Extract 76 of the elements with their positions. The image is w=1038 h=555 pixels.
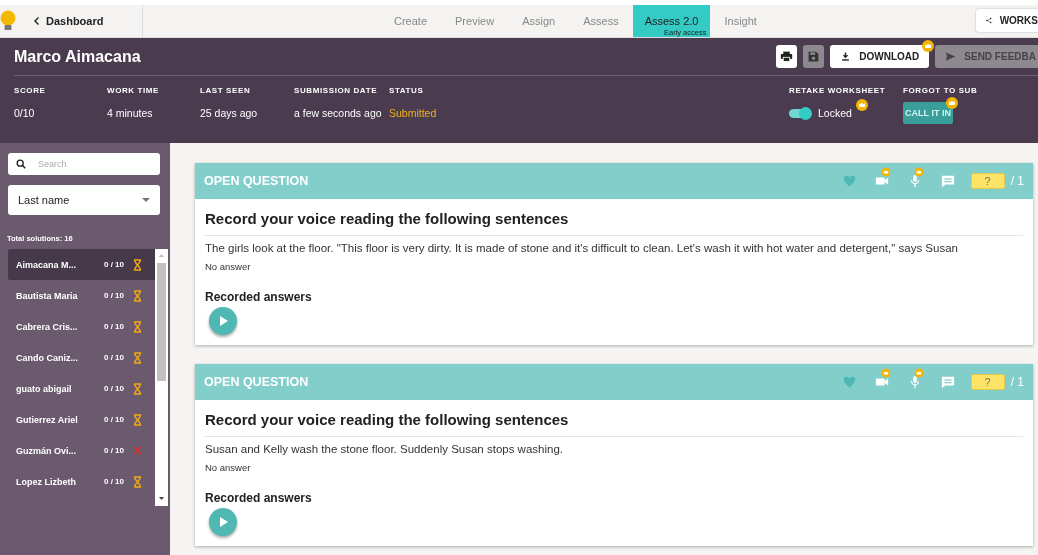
- cross-icon: [133, 446, 142, 455]
- student-name: Marco Aimacana: [14, 47, 141, 66]
- hourglass-icon: [133, 413, 142, 426]
- student-item[interactable]: Cabrera Cris... 0 / 10: [8, 311, 155, 342]
- caret-icon: [142, 198, 150, 202]
- play-button[interactable]: [209, 508, 237, 536]
- student-item[interactable]: Cando Caniz... 0 / 10: [8, 342, 155, 373]
- student-item[interactable]: Aimacana M... 0 / 10: [8, 249, 155, 280]
- stat-label: WORK TIME: [107, 86, 161, 95]
- comment-icon[interactable]: [941, 174, 956, 188]
- hourglass-icon: [133, 382, 142, 395]
- retake-label: RETAKE WORKSHEET: [789, 86, 887, 95]
- student-item[interactable]: Lopez Lizbeth 0 / 10: [8, 466, 155, 497]
- scroll-down-icon: [159, 497, 164, 500]
- play-button[interactable]: [209, 307, 237, 335]
- student-item[interactable]: Bautista Maria 0 / 10: [8, 280, 155, 311]
- hourglass-icon: [133, 475, 142, 488]
- tab[interactable]: Insight: [710, 5, 771, 37]
- search-icon: [16, 159, 26, 169]
- hourglass-icon: [133, 351, 142, 364]
- download-button[interactable]: DOWNLOAD: [830, 45, 930, 68]
- question-title: Record your voice reading the following sentences: [205, 210, 1023, 236]
- stat-value: a few seconds ago: [294, 107, 383, 119]
- tab[interactable]: Preview: [441, 5, 509, 37]
- heart-icon[interactable]: [842, 174, 856, 188]
- recorded-answers-heading: Recorded answers: [205, 290, 313, 304]
- save-button[interactable]: [803, 45, 825, 68]
- student-item[interactable]: Guzmán Ovi... 0 / 10: [8, 435, 155, 466]
- stat-label: STATUS: [389, 86, 425, 95]
- question-type: OPEN QUESTION: [204, 174, 310, 188]
- question-text: The girls look at the floor. "This floor is very dirty. It is made of stone and it's difficult to clean. Let's wash it with hot water and detergent," says Susan: [205, 242, 959, 254]
- stat-value: 4 minutes: [107, 107, 154, 119]
- stat-label: LAST SEEN: [200, 86, 252, 95]
- stat-value: 25 days ago: [200, 107, 259, 119]
- max-points: / 1: [1010, 375, 1024, 389]
- print-button[interactable]: [776, 45, 798, 68]
- play-icon: [218, 517, 228, 527]
- student-item[interactable]: Gutierrez Ariel 0 / 10: [8, 404, 155, 435]
- scrollbar-thumb[interactable]: [157, 263, 166, 381]
- answer-text: No answer: [205, 261, 252, 272]
- send-icon: [945, 51, 957, 62]
- max-points: / 1: [1010, 174, 1024, 188]
- hourglass-icon: [133, 289, 142, 302]
- sort-dropdown[interactable]: Last name: [8, 185, 160, 215]
- scroll-up-icon: [159, 254, 164, 257]
- search-field[interactable]: Search: [8, 153, 160, 175]
- heart-icon[interactable]: [842, 375, 856, 389]
- stat-label: SCORE: [14, 86, 47, 95]
- stat-value: 0/10: [14, 107, 36, 119]
- share-icon: [986, 15, 992, 26]
- question-type: OPEN QUESTION: [204, 375, 310, 389]
- hourglass-icon: [133, 320, 142, 333]
- answer-text: No answer: [205, 462, 252, 473]
- tab[interactable]: Assess: [569, 5, 633, 37]
- hourglass-icon: [133, 258, 142, 271]
- tab[interactable]: Assign: [508, 5, 570, 37]
- status-value: Submitted: [389, 107, 438, 119]
- question-title: Record your voice reading the following sentences: [205, 411, 1023, 437]
- toggle-state: Locked: [818, 107, 852, 119]
- download-icon: [840, 51, 852, 62]
- tab[interactable]: Create: [380, 5, 442, 37]
- back-link[interactable]: Dashboard: [34, 15, 104, 27]
- points-field[interactable]: ?: [970, 173, 1005, 189]
- recorded-answers-heading: Recorded answers: [205, 491, 313, 505]
- toggle-switch[interactable]: [789, 108, 811, 118]
- stat-label: SUBMISSION DATE: [294, 86, 379, 95]
- points-field[interactable]: ?: [970, 374, 1005, 390]
- forgot-label: FORGOT TO SUB: [903, 86, 978, 95]
- student-item[interactable]: guato abigail 0 / 10: [8, 373, 155, 404]
- light-bulb-icon: [0, 10, 16, 32]
- comment-icon[interactable]: [941, 375, 956, 389]
- share-button[interactable]: WORKS: [976, 9, 1038, 32]
- chevron-left-icon: [34, 17, 39, 25]
- printer-icon: [780, 50, 794, 63]
- play-icon: [218, 316, 228, 326]
- question-text: Susan and Kelly wash the stone floor. Suddenly Susan stops washing.: [205, 443, 564, 455]
